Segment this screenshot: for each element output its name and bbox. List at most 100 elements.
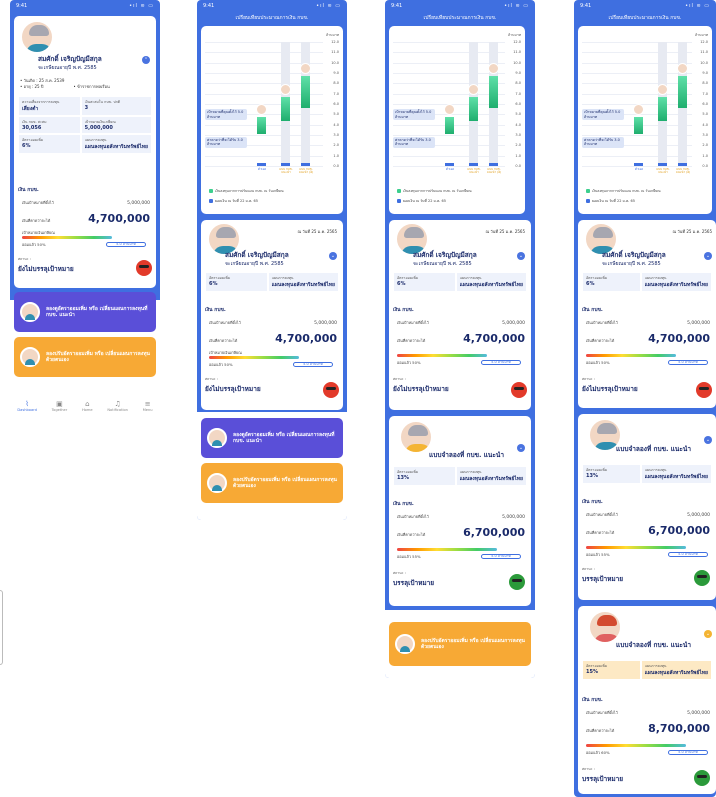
plan-value: แผนลงทุนอสังหาริมทรัพย์ไทย	[459, 476, 523, 482]
plan-value: แผนลงทุนอสังหาริมทรัพย์ไทย	[459, 282, 523, 288]
expect-value: 4,700,000	[88, 212, 150, 225]
screen-dashboard: 9:41 •ıl ≋ ▭ สมศักดิ์ เจริญปัญมีสกุล จะเ…	[10, 0, 160, 420]
category-label: แบบ กบข. แนะนำ (อิ)	[298, 167, 314, 175]
y-tick-label: 7.0	[515, 91, 521, 96]
goal-pill[interactable]: 5.0 ล้านบาท	[293, 362, 333, 367]
progress-bar	[397, 354, 487, 357]
category-label: แบบ กบข. แนะนำ	[467, 167, 481, 175]
screen-compare-1: 9:41 •ıl ≋ ▭ เปรียบเทียบประมาณการเงิน กบข…	[197, 0, 347, 520]
tab-dashboard[interactable]: ⌇ Dashboard	[17, 400, 37, 412]
recommended-card-2: แบบจำลองที่ กบข. แนะนำ ⌄ อัตราออมเพิ่ม 15…	[578, 606, 716, 794]
rate-value: 6%	[586, 281, 595, 287]
expect-value: 4,700,000	[275, 332, 337, 345]
expect-label: เงินที่คาดว่าจะได้	[209, 338, 238, 343]
chevron-down-icon[interactable]: ⌄	[704, 630, 712, 638]
goal-pill[interactable]: 5.0 ล้านบาท	[668, 750, 708, 755]
y-tick-label: 7.0	[333, 91, 339, 96]
progress-bar	[397, 548, 497, 551]
status-bar: 9:41 •ıl ≋ ▭	[10, 0, 160, 12]
y-tick-label: 11.0	[513, 50, 521, 55]
tab-label: Menu	[142, 408, 153, 412]
callout-expected: ค่าคาดว่าที่จะได้รับ 3.0 ล้านบาท	[582, 137, 624, 148]
y-tick-label: 7.0	[702, 91, 708, 96]
adjust-button[interactable]: ลองปรับอัตราออมเพิ่ม หรือ เปลี่ยนแผนการล…	[389, 622, 531, 666]
profile-name: สมศักดิ์ เจริญปัญมีสกุล	[225, 251, 289, 259]
avatar	[588, 610, 622, 644]
chevron-down-icon[interactable]: ⌄	[704, 252, 712, 260]
tab-home[interactable]: ⌂ Home	[82, 400, 93, 412]
plan-value: แผนลงทุนอสังหาริมทรัพย์ไทย	[644, 670, 708, 676]
bar-avatar-icon	[468, 83, 479, 95]
avatar-icon	[207, 473, 227, 493]
callout-goal: เป้าหมายที่คุณตั้งไว้ 5.0 ล้านบาท	[205, 109, 247, 121]
y-tick-label: 12.0	[331, 40, 339, 44]
status-text: ยังไม่บรรลุเป้าหมาย	[205, 385, 261, 393]
avatar-icon	[207, 428, 227, 448]
tab-notification[interactable]: ♫ Notification	[107, 400, 128, 412]
y-tick-label: 3.0	[333, 133, 339, 137]
recommend-button[interactable]: ลองดูอัตราออมเพิ่ม หรือ เปลี่ยนแผนการลงท…	[14, 292, 156, 332]
profile-grid: อัตราออมเพิ่ม 6% แผนการลงทุน แผนลงทุนอสังห…	[205, 272, 339, 292]
profile-grid: อัตราออมเพิ่ม 6% แผนการลงทุน แผนลงทุนอสังห…	[582, 272, 712, 292]
goal-pill[interactable]: 5.0 ล้านบาท	[106, 242, 146, 247]
as-of-date: ณ วันที่ 25 ม.ค. 2565	[485, 229, 525, 234]
profile-name: สมศักดิ์ เจริญปัญมีสกุล	[38, 55, 102, 63]
callout-expected: ค่าคาดว่าที่จะได้รับ 3.0 ล้านบาท	[205, 137, 247, 148]
compare-chart: ล้านบาท 12.0 11.0 10.0 9.0 8.0 7.0 6.0 5.0 4.0 3.0…	[578, 26, 712, 214]
y-tick-label: 6.0	[702, 102, 708, 106]
recommend-button[interactable]: ลองดูอัตราออมเพิ่ม หรือ เปลี่ยนแผนการลงท…	[201, 418, 343, 458]
tab-together[interactable]: ▣ Together	[52, 400, 68, 412]
status-icons: •ıl ≋ ▭	[316, 3, 341, 9]
chevron-down-icon[interactable]: ⌄	[517, 444, 525, 452]
screen-compare-2: 9:41 •ıl ≋ ▭ เปรียบเทียบประมาณการเงิน กบข…	[385, 0, 535, 678]
tab-bar: ⌇ Dashboard ▣ Together ⌂ Home ♫ Notification…	[10, 392, 160, 420]
goal-pill[interactable]: 5.0 ล้านบาท	[481, 554, 521, 559]
y-tick-label: 9.0	[333, 71, 339, 75]
status-icons: •ıl ≋ ▭	[129, 3, 154, 9]
status-time: 9:41	[203, 3, 215, 9]
money-section-title: เงิน กบข.	[582, 307, 603, 313]
plan-value: แผนลงทุนอสังหาริมทรัพย์ไทย	[644, 282, 708, 288]
profile-name: สมศักดิ์ เจริญปัญมีสกุล	[602, 251, 666, 259]
status-time: 9:41	[580, 3, 592, 9]
chevron-down-icon[interactable]: ⌄	[517, 252, 525, 260]
plan-value: แผนลงทุนอสังหาริมทรัพย์ไทย	[271, 282, 335, 288]
category-label: แบบ กบข. แนะนำ (อิ)	[486, 167, 502, 175]
profile-card: ณ วันที่ 25 ม.ค. 2565 สมศักดิ์ เจริญปัญม…	[201, 220, 343, 410]
bar-base	[658, 163, 667, 166]
legend-item: ยอดเงิน ณ วันที่ 22 ม.ค. 65	[586, 198, 635, 204]
legend-label: เงินลงทุนจากการปรับแผน กบข. ณ วันเกษียณ	[403, 189, 472, 193]
bar-base	[281, 163, 290, 166]
avatar	[399, 420, 433, 454]
happy-face-icon	[694, 570, 710, 586]
age: • อายุ : 25 ปี	[20, 84, 44, 89]
rec-grid: อัตราออมเพิ่ม 15% แผนการลงทุน แผนลงทุนอสัง…	[582, 660, 712, 680]
goal-label: เงินเป้าหมายที่ตั้งไว้	[586, 512, 618, 517]
chevron-down-icon[interactable]: ⌄	[704, 436, 712, 444]
tab-menu[interactable]: ≡ Menu	[143, 400, 153, 412]
chevron-down-icon[interactable]: ⌄	[329, 252, 337, 260]
goal-value: 5,000,000	[687, 321, 710, 326]
plan-value: แผนลงทุนอสังหาริมทรัพย์ไทย	[84, 144, 148, 150]
rate-value: 13%	[397, 475, 409, 481]
happy-face-icon	[509, 574, 525, 590]
bar-avatar-icon	[657, 83, 668, 95]
bar	[658, 96, 667, 121]
y-tick-label: 9.0	[702, 71, 708, 75]
adjust-button[interactable]: ลองปรับอัตราออมเพิ่ม หรือ เปลี่ยนแผนการล…	[201, 463, 343, 503]
sad-face-icon	[511, 382, 527, 398]
bar-base	[489, 163, 498, 166]
collapse-icon[interactable]: ⌃	[142, 56, 150, 64]
status-time: 9:41	[391, 3, 403, 9]
screen-title: เปรียบเทียบประมาณการเงิน กบข.	[235, 15, 309, 21]
adjust-button[interactable]: ลองปรับอัตราออมเพิ่ม หรือ เปลี่ยนแผนการล…	[14, 337, 156, 377]
goal-pill[interactable]: 5.0 ล้านบาท	[668, 552, 708, 557]
goal-label: เงินเป้าหมายที่ตั้งไว้	[586, 320, 618, 325]
goal-label: เงินเป้าหมายที่ตั้งไว้	[209, 320, 241, 325]
legend-item: ยอดเงิน ณ วันที่ 22 ม.ค. 65	[397, 198, 446, 204]
bar	[445, 117, 454, 135]
retire-year: จะเกษียณอายุปี พ.ศ. 2585	[225, 261, 284, 267]
y-tick-label: 1.0	[333, 153, 339, 158]
goal-pill[interactable]: 5.0 ล้านบาท	[481, 360, 521, 365]
goal-pill[interactable]: 5.0 ล้านบาท	[668, 360, 708, 365]
